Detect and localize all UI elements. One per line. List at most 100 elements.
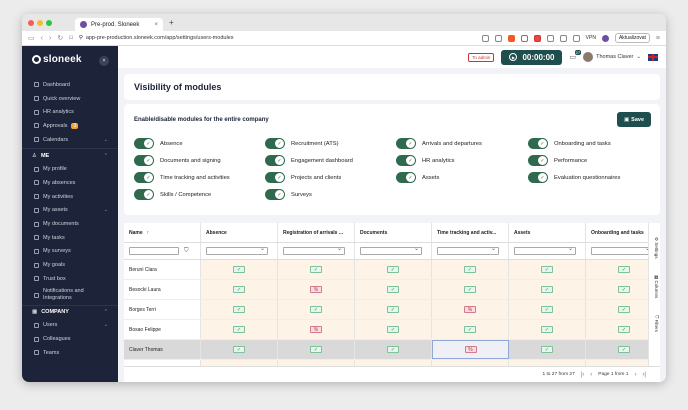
module-toggle-onboarding[interactable]: ✓ Onboarding and tasks bbox=[528, 138, 611, 149]
column-header-assets[interactable]: Assets bbox=[509, 223, 586, 242]
sidebar-item-quick-overview[interactable]: Quick overview bbox=[22, 92, 118, 106]
reload-icon[interactable]: ↻ bbox=[57, 34, 63, 42]
table-row[interactable]: Beruni Clara ✓ ✓ ✓ ✓ ✓ ✓ bbox=[124, 260, 660, 280]
sidebar-item-my-assets[interactable]: My assets ⌄ bbox=[22, 204, 118, 218]
module-toggle-hr-analytics[interactable]: ✓ HR analytics bbox=[396, 155, 455, 166]
table-row[interactable]: Claver Thomas ✓ ✓ ✓% ✓ ✓ bbox=[124, 340, 660, 360]
module-toggle-absence[interactable]: ✓ Absence bbox=[134, 138, 183, 149]
toggle-switch[interactable]: ✓ bbox=[396, 172, 416, 183]
close-window-icon[interactable] bbox=[28, 19, 34, 26]
alert-icon[interactable] bbox=[520, 34, 528, 42]
close-tab-icon[interactable]: × bbox=[154, 22, 158, 28]
table-row[interactable]: Besocki Laura ✓% ✓ ✓ ✓ ✓ bbox=[124, 280, 660, 300]
module-access-cell[interactable]: ✓ bbox=[278, 340, 355, 359]
module-toggle-documents[interactable]: ✓ Documents and signing bbox=[134, 155, 221, 166]
toggle-switch[interactable]: ✓ bbox=[265, 172, 285, 183]
documents-filter-select[interactable] bbox=[360, 245, 422, 255]
table-row[interactable]: Borges Terri ✓ ✓ ✓% ✓ ✓ bbox=[124, 300, 660, 320]
toggle-switch[interactable]: ✓ bbox=[134, 155, 154, 166]
sidebar-item-my-tasks[interactable]: My tasks bbox=[22, 231, 118, 245]
sidebar-item-my-documents[interactable]: My documents bbox=[22, 217, 118, 231]
sidebar-section-me[interactable]: ♙ ME ⌃ bbox=[22, 148, 118, 162]
module-toggle-skills[interactable]: ✓ Skills / Competence bbox=[134, 189, 211, 200]
module-access-cell[interactable]: ✓ bbox=[509, 280, 586, 299]
column-header-time-tracking[interactable]: Time tracking and activ... bbox=[432, 223, 509, 242]
profile-icon[interactable] bbox=[601, 34, 609, 42]
module-toggle-assets[interactable]: ✓ Assets bbox=[396, 172, 439, 183]
toggle-switch[interactable]: ✓ bbox=[134, 172, 154, 183]
user-menu[interactable]: Thomas Claver ⌄ bbox=[583, 52, 641, 62]
column-header-registration[interactable]: Registration of arrivals ... bbox=[278, 223, 355, 242]
module-access-cell[interactable]: ✓ bbox=[201, 300, 278, 319]
module-access-cell[interactable]: % bbox=[432, 340, 509, 359]
sort-asc-icon[interactable]: ↑ bbox=[147, 230, 150, 236]
module-access-cell[interactable]: ✓ bbox=[355, 320, 432, 339]
column-header-absence[interactable]: Absence bbox=[201, 223, 278, 242]
calendar-icon[interactable]: ▭ 27 bbox=[569, 50, 582, 61]
first-page-icon[interactable]: |‹ bbox=[581, 372, 585, 378]
sidebar-item-users[interactable]: Users ⌄ bbox=[22, 319, 118, 333]
time-tracking-filter-select[interactable] bbox=[437, 245, 499, 255]
share-icon[interactable] bbox=[494, 34, 502, 42]
sidebar-item-my-goals[interactable]: My goals bbox=[22, 258, 118, 272]
sidebar-item-dashboard[interactable]: Dashboard bbox=[22, 78, 118, 92]
module-toggle-performance[interactable]: ✓ Performance bbox=[528, 155, 587, 166]
sidebar-item-my-absences[interactable]: My absences bbox=[22, 176, 118, 190]
sidebar-item-teams[interactable]: Teams bbox=[22, 346, 118, 360]
site-info-icon[interactable]: ⚲ bbox=[79, 35, 83, 41]
filter-icon[interactable]: ⛉ bbox=[184, 248, 189, 255]
module-access-cell[interactable]: ✓ bbox=[432, 280, 509, 299]
columns-tab[interactable]: ▦ Columns bbox=[653, 275, 659, 298]
sidebar-item-my-surveys[interactable]: My surveys bbox=[22, 245, 118, 259]
sidebar-item-notifications[interactable]: Notifications and Integrations bbox=[22, 286, 118, 303]
column-header-documents[interactable]: Documents bbox=[355, 223, 432, 242]
module-access-cell[interactable]: ✓ bbox=[509, 300, 586, 319]
toggle-switch[interactable]: ✓ bbox=[265, 155, 285, 166]
module-access-cell[interactable]: ✓ bbox=[201, 340, 278, 359]
vpn-button[interactable]: VPN bbox=[586, 35, 596, 41]
toggle-switch[interactable]: ✓ bbox=[134, 138, 154, 149]
menu-icon[interactable]: ≡ bbox=[656, 35, 660, 42]
toggle-switch[interactable]: ✓ bbox=[528, 155, 548, 166]
module-access-cell[interactable]: % bbox=[432, 300, 509, 319]
module-toggle-recruitment[interactable]: ✓ Recruitment (ATS) bbox=[265, 138, 339, 149]
timer-button[interactable]: ▶ 00:00:00 bbox=[501, 49, 563, 65]
toggle-switch[interactable]: ✓ bbox=[396, 155, 416, 166]
next-page-icon[interactable]: › bbox=[634, 372, 636, 378]
table-row[interactable]: Bosao Felippe ✓% ✓ ✓ ✓ ✓ bbox=[124, 320, 660, 340]
module-access-cell[interactable]: ✓ bbox=[509, 340, 586, 359]
brave-shield-icon[interactable] bbox=[507, 34, 515, 42]
module-toggle-time-tracking[interactable]: ✓ Time tracking and activities bbox=[134, 172, 230, 183]
forward-icon[interactable]: › bbox=[49, 35, 51, 42]
toggle-switch[interactable]: ✓ bbox=[134, 189, 154, 200]
settings-tab[interactable]: ⚙ Settings bbox=[653, 237, 659, 259]
module-access-cell[interactable]: ✓ bbox=[201, 280, 278, 299]
module-toggle-surveys[interactable]: ✓ Surveys bbox=[265, 189, 312, 200]
module-access-cell[interactable]: ✓ bbox=[355, 260, 432, 279]
bookmark-icon[interactable]: ⌑ bbox=[69, 34, 73, 42]
puzzle-icon[interactable] bbox=[546, 34, 554, 42]
module-access-cell[interactable]: ✓ bbox=[509, 260, 586, 279]
module-access-cell[interactable]: ✓ bbox=[432, 320, 509, 339]
module-access-cell[interactable]: ✓ bbox=[201, 260, 278, 279]
toggle-switch[interactable]: ✓ bbox=[265, 138, 285, 149]
sidebar-item-hr-analytics[interactable]: HR analytics bbox=[22, 105, 118, 119]
name-filter-input[interactable] bbox=[129, 247, 179, 255]
sidebar-item-trust-box[interactable]: Trust box bbox=[22, 272, 118, 286]
back-icon[interactable]: ‹ bbox=[41, 35, 43, 42]
module-access-cell[interactable]: ✓ bbox=[509, 320, 586, 339]
module-access-cell[interactable]: ✓ bbox=[355, 300, 432, 319]
new-tab-icon[interactable]: + bbox=[169, 18, 174, 27]
sidebar-item-my-profile[interactable]: My profile bbox=[22, 162, 118, 176]
prev-page-icon[interactable]: ‹ bbox=[590, 372, 592, 378]
sidebar-item-my-activities[interactable]: My activities bbox=[22, 190, 118, 204]
module-access-cell[interactable]: ✓ bbox=[278, 300, 355, 319]
onboarding-filter-select[interactable] bbox=[591, 245, 653, 255]
module-toggle-projects[interactable]: ✓ Projects and clients bbox=[265, 172, 341, 183]
save-button[interactable]: ▣ Save bbox=[617, 112, 651, 127]
toggle-switch[interactable]: ✓ bbox=[265, 189, 285, 200]
update-button[interactable]: Aktualizovat bbox=[614, 33, 650, 43]
module-toggle-evaluation[interactable]: ✓ Evaluation questionnaires bbox=[528, 172, 620, 183]
language-flag-icon[interactable] bbox=[648, 53, 658, 61]
screen-icon[interactable] bbox=[481, 34, 489, 42]
